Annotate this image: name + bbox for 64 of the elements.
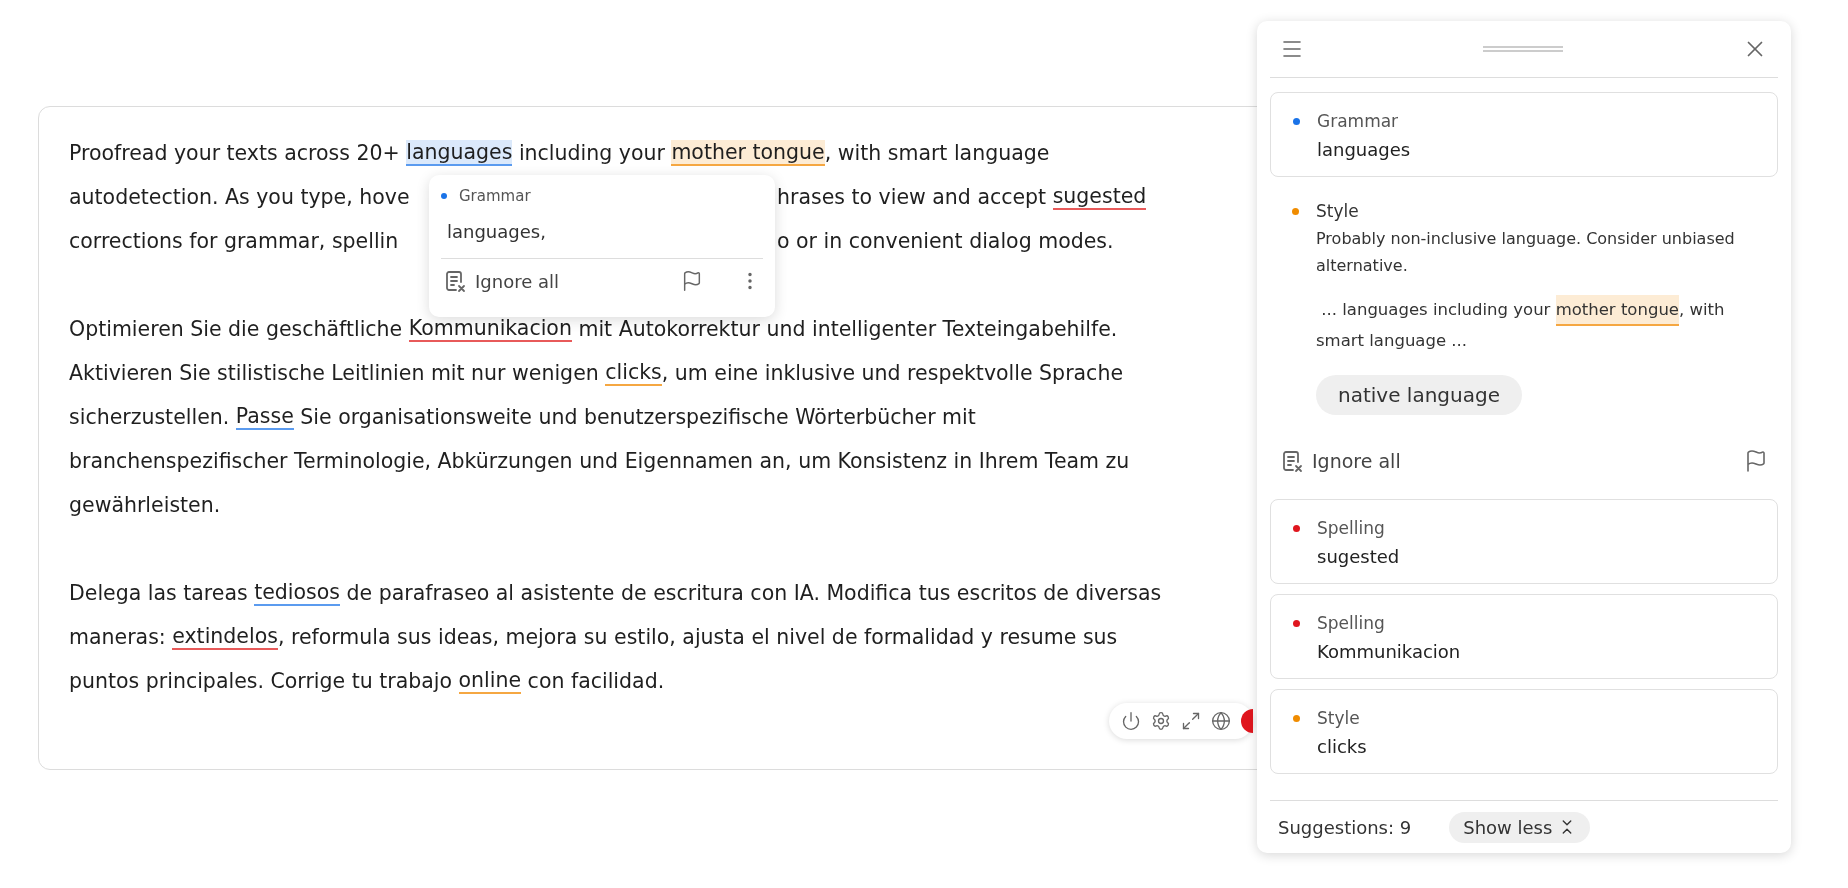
text-run: puntos principales. Corrige tu trabajo <box>69 669 454 693</box>
text-run: gewährleisten. <box>69 493 221 517</box>
text-run: o or in convenient dialog modes. <box>777 229 1114 253</box>
text-run: Delega las tareas <box>69 581 249 605</box>
flag-icon[interactable] <box>1744 449 1768 473</box>
drag-handle[interactable] <box>1483 46 1563 52</box>
text-run: corrections for grammar, spellin <box>69 229 399 253</box>
text-run: sicherzustellen. <box>69 405 231 429</box>
flagged-word[interactable]: sugested <box>1052 184 1147 210</box>
suggestion-card[interactable]: Grammar languages <box>1270 92 1778 177</box>
flagged-word[interactable]: mother tongue <box>671 140 825 166</box>
text-run: Sie organisationsweite und benutzerspezifische Wörterbücher mit <box>299 405 976 429</box>
flagged-text: languages <box>1317 139 1412 160</box>
power-icon[interactable] <box>1121 711 1141 731</box>
settings-icon[interactable] <box>1151 711 1171 731</box>
ignore-all-button[interactable]: Ignore all <box>1280 449 1401 473</box>
category-label: Grammar <box>1317 111 1399 131</box>
flagged-word[interactable]: extindelos <box>172 624 278 650</box>
text-run: smart language ... <box>1316 330 1468 352</box>
flagged-word[interactable]: clicks <box>605 360 662 386</box>
text-run: con facilidad. <box>526 669 665 693</box>
document-x-icon <box>443 269 467 293</box>
suggestion-text[interactable]: languages, <box>447 221 763 242</box>
suggestion-count: Suggestions: 9 <box>1278 816 1412 838</box>
suggestion-card[interactable]: Spelling Kommunikacion <box>1270 594 1778 679</box>
ignore-all-button[interactable]: Ignore all <box>443 269 559 293</box>
flagged-word[interactable]: Passe <box>235 404 294 430</box>
replacement-chip[interactable]: native language <box>1316 375 1522 415</box>
expand-icon[interactable] <box>1181 711 1201 731</box>
text-run: , with smart language <box>824 141 1050 165</box>
text-run: , um eine inklusive und respektvolle Sprache <box>661 361 1123 385</box>
flagged-text: sugested <box>1317 546 1401 567</box>
flagged-text: Kommunikacion <box>1317 641 1462 662</box>
text-run: , with <box>1679 299 1725 321</box>
category-label: Style <box>1316 201 1359 221</box>
text-run: hrases to view and accept <box>777 185 1048 209</box>
flagged-word[interactable]: online <box>458 668 522 694</box>
flagged-text: clicks <box>1317 736 1368 757</box>
flagged-word[interactable]: mother tongue <box>1555 295 1679 326</box>
text-run: mit Autokorrektur und intelligenter Texteingabehilfe. <box>577 317 1118 341</box>
text-run: maneras: <box>69 625 167 649</box>
flagged-word[interactable]: languages <box>406 140 513 166</box>
text-run: , reformula sus ideas, mejora su estilo, ajusta el nivel de formalidad y resume sus <box>277 625 1118 649</box>
category-label: Spelling <box>1317 518 1385 538</box>
suggestion-message: Probably non-inclusive language. Consider unbiased alternative. <box>1316 228 1736 277</box>
flagged-word[interactable]: tediosos <box>254 580 340 606</box>
text-run: autodetection. As you type, hove <box>69 185 410 209</box>
badge-icon[interactable] <box>1241 709 1253 733</box>
document-x-icon <box>1280 449 1304 473</box>
suggestion-card[interactable]: Style clicks <box>1270 689 1778 774</box>
text-run: Optimieren Sie die geschäftliche <box>69 317 404 341</box>
text-run: ... languages including your <box>1320 299 1552 321</box>
globe-icon[interactable] <box>1211 711 1231 731</box>
text-run: Aktivieren Sie stilistische Leitlinien mit nur wenigen <box>69 361 600 385</box>
text-run: branchenspezifischer Terminologie, Abkürzungen und Eigennamen an, um Konsistenz in Ihrem Team zu <box>69 449 1130 473</box>
show-less-button[interactable]: Show less <box>1449 811 1591 843</box>
text-run: Proofread your texts across 20+ <box>69 141 401 165</box>
text-run: de parafraseo al asistente de escritura con IA. Modifica tus escritos de diversas <box>345 581 1162 605</box>
category-label: Grammar <box>459 187 531 205</box>
flag-icon[interactable] <box>681 270 703 292</box>
category-label: Spelling <box>1317 613 1385 633</box>
suggestion-card[interactable]: Spelling sugested <box>1270 499 1778 584</box>
text-run: including your <box>517 141 666 165</box>
category-label: Style <box>1317 708 1360 728</box>
